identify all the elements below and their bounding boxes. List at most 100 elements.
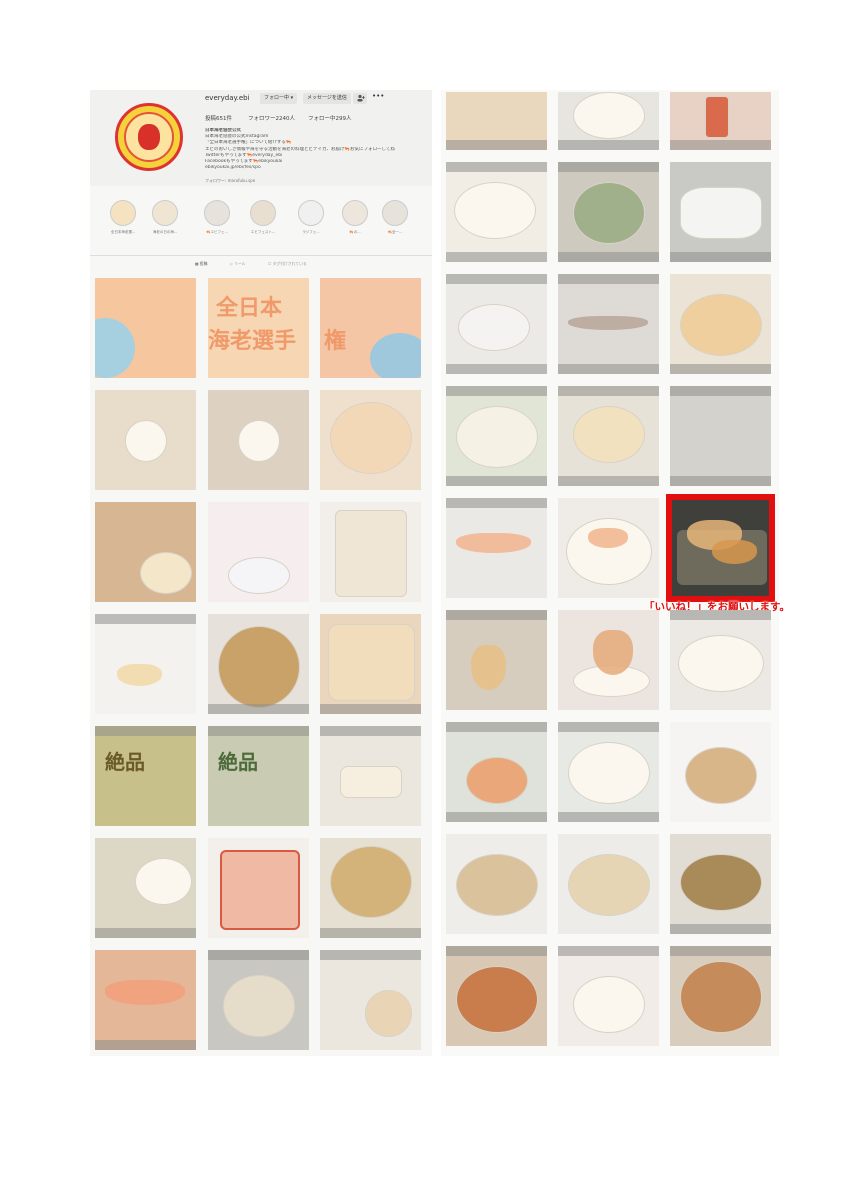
post-thumbnail[interactable] [320, 390, 421, 490]
post-thumbnail[interactable]: 絶品 [95, 726, 196, 826]
highlight-item[interactable]: 海老の日の海... [150, 200, 180, 235]
post-thumbnail[interactable] [446, 722, 547, 822]
post-thumbnail[interactable] [670, 610, 771, 710]
post-thumbnail[interactable] [208, 502, 309, 602]
bio-link[interactable]: ebikyoukai.jp/ebi/fes/spo [205, 165, 425, 171]
post-thumbnail[interactable] [95, 838, 196, 938]
highlight-label: エビフェスト... [250, 230, 276, 234]
highlight-item[interactable]: 🦐エビフェ... [202, 200, 232, 235]
post-thumbnail[interactable] [320, 726, 421, 826]
food-plate [330, 402, 412, 474]
food-plate [573, 406, 645, 463]
avatar[interactable] [115, 103, 183, 171]
post-thumbnail[interactable] [558, 722, 659, 822]
post-thumbnail[interactable] [208, 950, 309, 1050]
tile-shade [95, 614, 196, 624]
highlight-item[interactable]: 🦐全一... [380, 200, 410, 235]
post-thumbnail[interactable] [208, 614, 309, 714]
food-plate [680, 294, 762, 356]
highlight-cover [110, 200, 136, 226]
soup-bowl [680, 961, 762, 1033]
post-thumbnail[interactable] [320, 838, 421, 938]
post-thumbnail[interactable] [95, 950, 196, 1050]
following-count[interactable]: フォロー中299人 [308, 114, 352, 122]
post-thumbnail[interactable] [670, 834, 771, 934]
post-thumbnail[interactable] [446, 386, 547, 486]
post-thumbnail[interactable] [95, 502, 196, 602]
food-plate [456, 406, 538, 468]
tile-shade [558, 140, 659, 150]
post-thumbnail[interactable] [446, 274, 547, 374]
post-thumbnail[interactable]: 権 [320, 278, 421, 378]
soup-bowl [680, 854, 762, 911]
post-thumbnail[interactable] [446, 610, 547, 710]
tab-tagged[interactable]: ☐ タグ付けされている [268, 261, 307, 267]
highlight-cover [342, 200, 368, 226]
highlight-item[interactable]: ラジフェ... [296, 200, 326, 235]
post-thumbnail[interactable] [558, 386, 659, 486]
post-thumbnail[interactable] [558, 274, 659, 374]
post-thumbnail[interactable] [558, 834, 659, 934]
tile-shade [446, 364, 547, 374]
post-thumbnail[interactable] [446, 834, 547, 934]
highlight-item[interactable]: エビフェスト... [248, 200, 278, 235]
post-thumbnail[interactable] [446, 498, 547, 598]
post-thumbnail[interactable] [670, 162, 771, 262]
more-options-icon[interactable]: ••• [372, 92, 384, 100]
highlight-label: ラジフェ... [302, 230, 320, 234]
post-thumbnail[interactable] [446, 92, 547, 150]
post-thumbnail[interactable] [320, 950, 421, 1050]
posts-count: 投稿651件 [205, 116, 232, 122]
soup-bowl [568, 854, 650, 916]
jar-graphic [705, 96, 729, 138]
tile-shade [95, 928, 196, 938]
person-add-icon[interactable] [353, 93, 367, 104]
post-thumbnail[interactable] [95, 390, 196, 490]
tile-shade [670, 386, 771, 396]
title-graphic: 権 [324, 329, 347, 354]
post-thumbnail[interactable]: 絶品 [208, 726, 309, 826]
post-thumbnail[interactable] [670, 722, 771, 822]
title-graphic: 海老選手 [208, 329, 297, 354]
follow-button[interactable]: フォロー中 ▾ [260, 93, 298, 104]
snack-package [335, 510, 407, 597]
food-plate [125, 420, 167, 462]
post-thumbnail[interactable] [446, 162, 547, 262]
highlight-item[interactable]: 🦐の... [340, 200, 370, 235]
post-thumbnail[interactable] [670, 946, 771, 1046]
post-thumbnail[interactable] [558, 162, 659, 262]
post-thumbnail[interactable] [208, 390, 309, 490]
post-thumbnail[interactable] [558, 498, 659, 598]
post-thumbnail[interactable] [95, 278, 196, 378]
post-thumbnail[interactable] [208, 838, 309, 938]
food-plate [573, 182, 645, 244]
followed-by: フォロワー: marufuku.spe [205, 178, 256, 183]
tile-shade [446, 252, 547, 262]
post-thumbnail[interactable] [558, 610, 659, 710]
post-thumbnail [672, 500, 769, 596]
post-thumbnail[interactable] [95, 614, 196, 714]
highlight-item[interactable]: 全日本海老選... [108, 200, 138, 235]
post-thumbnail[interactable] [320, 502, 421, 602]
post-thumbnail[interactable] [670, 386, 771, 486]
tile-shade [446, 162, 547, 172]
post-thumbnail[interactable] [446, 946, 547, 1046]
followers-count[interactable]: フォロワー2240人 [248, 114, 295, 122]
post-thumbnail[interactable] [558, 946, 659, 1046]
message-button[interactable]: メッセージを送信 [303, 93, 351, 104]
post-thumbnail[interactable] [558, 92, 659, 150]
tile-shade [95, 1040, 196, 1050]
highlighted-post[interactable] [666, 494, 775, 602]
tile-shade [558, 162, 659, 172]
post-thumbnail[interactable] [320, 614, 421, 714]
highlight-cover [298, 200, 324, 226]
post-thumbnail[interactable] [670, 274, 771, 374]
tab-reels[interactable]: ▷ リール [230, 261, 246, 267]
tile-shade [558, 812, 659, 822]
post-thumbnail[interactable]: 全日本 海老選手 [208, 278, 309, 378]
tab-posts[interactable]: ▦ 投稿 [195, 261, 207, 267]
highlight-cover [382, 200, 408, 226]
bio-line: エビのおいしさ情報や海を守る活動を海老の料理とビデイカ、お届け🦐お気にフォローし… [205, 146, 395, 152]
post-thumbnail[interactable] [670, 92, 771, 150]
food-plate [218, 626, 300, 708]
